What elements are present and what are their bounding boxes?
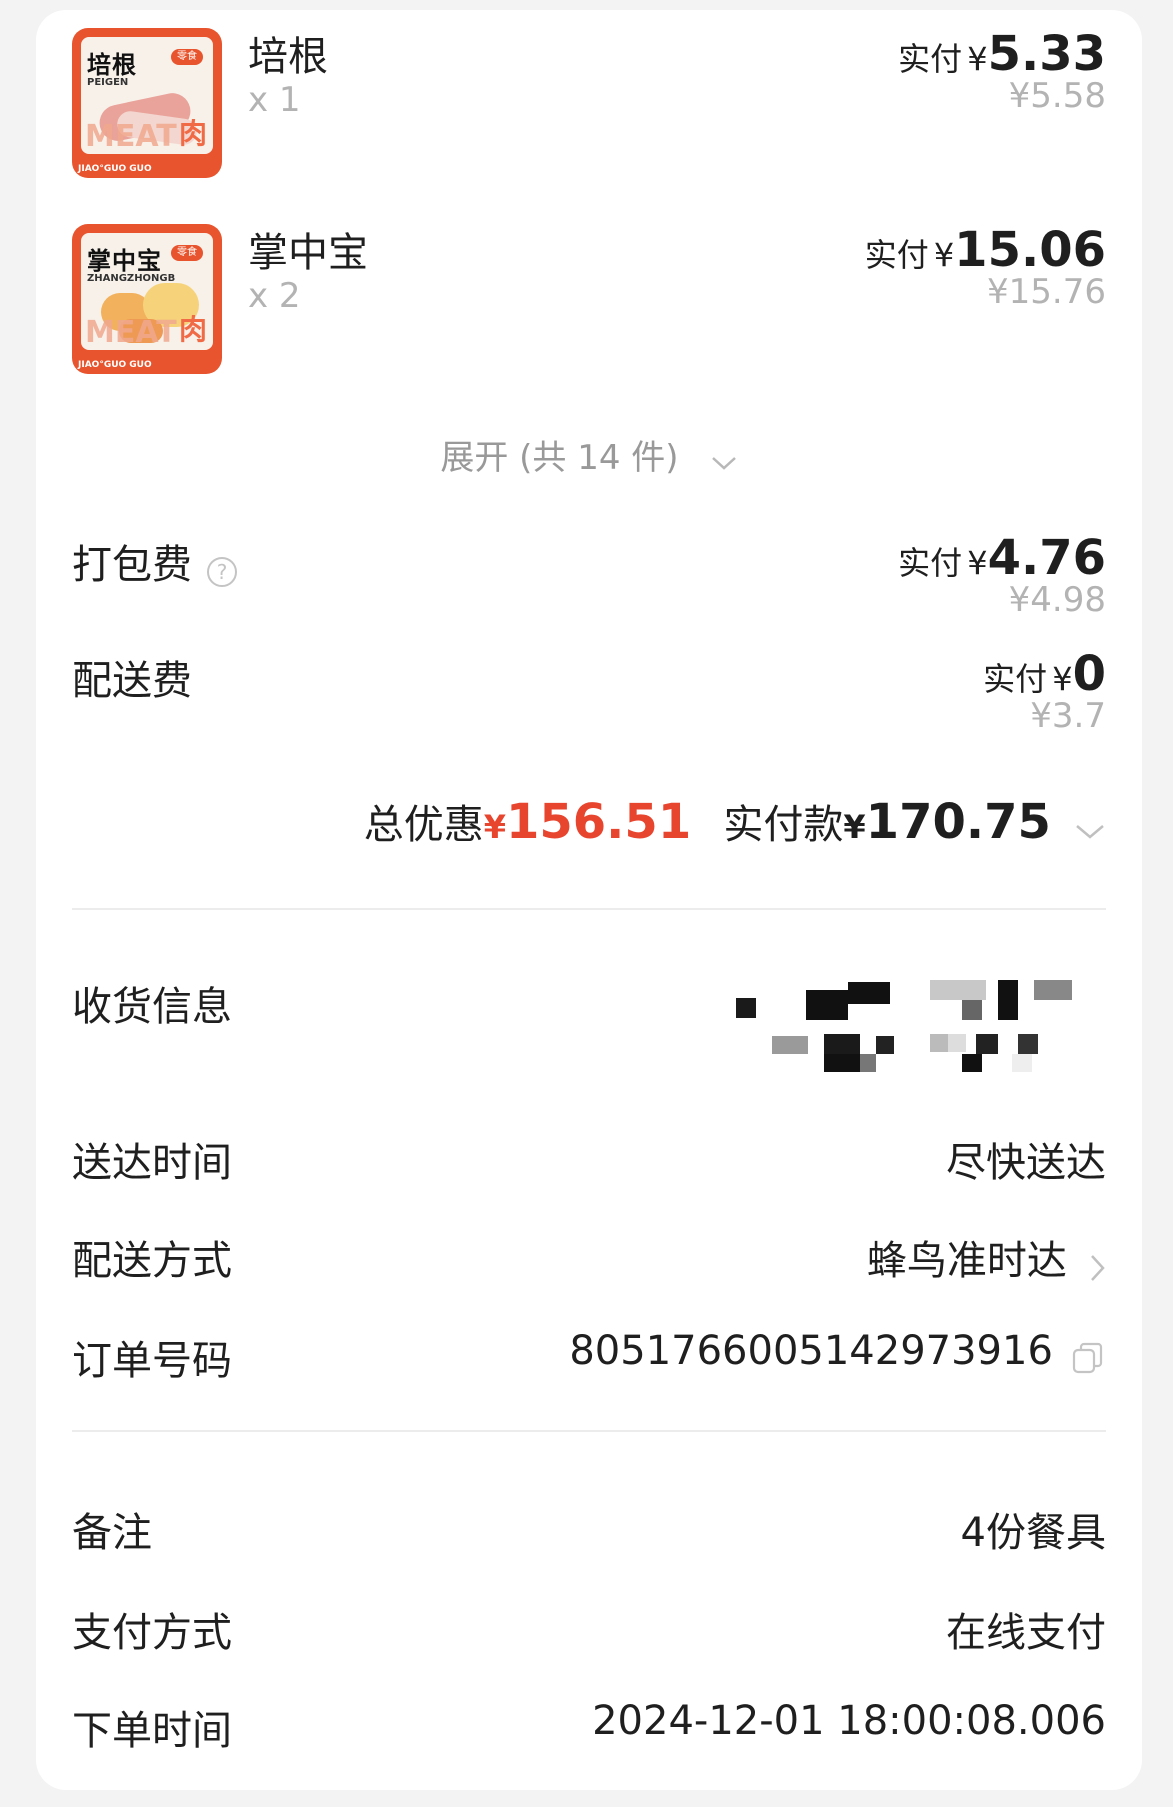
thumb-subtitle: ZHANGZHONGB [87, 273, 176, 284]
divider [72, 1430, 1106, 1432]
currency-symbol: ¥ [967, 40, 988, 78]
receiver-info-label: 收货信息 [72, 984, 232, 1030]
delivery-method-value: 蜂鸟准时达 [866, 1238, 1067, 1284]
pay-label: 实付 [864, 236, 929, 274]
pay-value: 0 [1072, 646, 1106, 702]
thumb-watermark-char: 肉 [178, 117, 207, 150]
discount-label: 总优惠 [363, 802, 484, 848]
packing-fee-row: 打包费 ? [72, 532, 239, 593]
thumb-subtitle: PEIGEN [87, 77, 129, 88]
order-number-label: 订单号码 [72, 1338, 232, 1384]
copy-icon[interactable] [1070, 1340, 1106, 1380]
currency-symbol: ¥ [1052, 660, 1073, 698]
pay-label: 实付 [898, 40, 963, 78]
thumb-watermark-char: 肉 [178, 313, 207, 346]
product-qty: x 2 [248, 276, 301, 316]
expand-items-toggle[interactable]: 展开 (共 14 件) [36, 430, 1142, 479]
product-pay-price: 实付 ¥15.06 [865, 222, 1106, 278]
order-summary[interactable]: 总优惠¥156.51 实付款¥170.75 [364, 792, 1106, 850]
product-name[interactable]: 掌中宝 [248, 220, 368, 278]
order-number-value: 8051766005142973916 [569, 1328, 1053, 1374]
thumb-brand: JIAO°GUO GUO [78, 164, 152, 174]
paid-value: 170.75 [865, 794, 1051, 850]
pay-value: 5.33 [987, 26, 1106, 82]
help-icon[interactable]: ? [205, 555, 239, 593]
payment-method-label: 支付方式 [72, 1610, 232, 1656]
svg-text:?: ? [217, 560, 228, 584]
expand-label: 展开 (共 14 件) [440, 438, 679, 478]
pay-value: 15.06 [954, 222, 1106, 278]
product-pay-price: 实付 ¥5.33 [898, 26, 1106, 82]
pay-label: 实付 [898, 544, 963, 582]
note-value: 4份餐具 [960, 1510, 1106, 1556]
pay-label: 实付 [983, 660, 1048, 698]
thumb-badge: 零食 [171, 245, 203, 261]
thumb-brand: JIAO°GUO GUO [78, 360, 152, 370]
product-qty: x 1 [248, 80, 301, 120]
delivery-time-label: 送达时间 [72, 1140, 232, 1186]
payment-method-value: 在线支付 [946, 1610, 1106, 1656]
chevron-down-icon [710, 454, 738, 476]
pay-value: 4.76 [987, 530, 1106, 586]
order-time-label: 下单时间 [72, 1708, 232, 1754]
product-thumbnail[interactable]: 培根 PEIGEN 零食 MEAT 肉 JIAO°GUO GUO [72, 28, 222, 178]
chevron-down-icon [1074, 822, 1106, 846]
currency-symbol: ¥ [933, 236, 955, 274]
discount-value: 156.51 [505, 794, 692, 850]
delivery-method-label: 配送方式 [72, 1238, 232, 1284]
note-label: 备注 [72, 1510, 152, 1556]
thumb-title: 培根 [87, 51, 137, 79]
redacted-address [736, 978, 1166, 1088]
thumb-badge: 零食 [171, 49, 203, 65]
order-detail-card: 培根 PEIGEN 零食 MEAT 肉 JIAO°GUO GUO 培根 x 1 … [36, 10, 1142, 1790]
product-name[interactable]: 培根 [248, 24, 328, 82]
delivery-time-value: 尽快送达 [946, 1140, 1106, 1186]
divider [72, 908, 1106, 910]
paid-label: 实付款 [723, 802, 844, 848]
chevron-right-icon [1088, 1252, 1106, 1288]
discount-currency: ¥ [483, 808, 506, 846]
thumb-title: 掌中宝 [87, 247, 162, 275]
packing-original-price: ¥4.98 [1008, 580, 1106, 620]
delivery-original-price: ¥3.7 [1030, 696, 1106, 736]
product-thumbnail[interactable]: 掌中宝 ZHANGZHONGB 零食 MEAT 肉 JIAO°GUO GUO [72, 224, 222, 374]
original-price: ¥5.58 [1008, 76, 1106, 116]
currency-symbol: ¥ [967, 544, 988, 582]
delivery-fee-label: 配送费 [72, 658, 192, 704]
order-time-value: 2024-12-01 18:00:08.006 [592, 1698, 1106, 1744]
original-price: ¥15.76 [987, 272, 1106, 312]
thumb-watermark: MEAT [85, 119, 177, 154]
paid-currency: ¥ [843, 808, 866, 846]
packing-fee-label: 打包费 [72, 542, 192, 588]
packing-fee-pay: 实付 ¥4.76 [898, 530, 1106, 586]
order-number-row: 8051766005142973916 [569, 1328, 1106, 1380]
thumb-watermark: MEAT [85, 315, 177, 350]
delivery-fee-pay: 实付 ¥0 [983, 646, 1106, 702]
delivery-method-row[interactable]: 蜂鸟准时达 [867, 1228, 1106, 1288]
